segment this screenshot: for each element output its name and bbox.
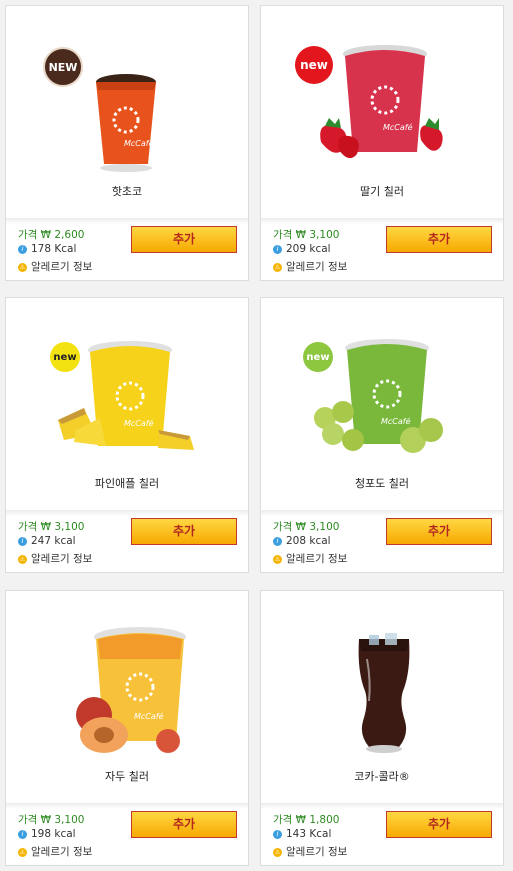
product-name: 청포도 칠러 (354, 477, 410, 490)
info-icon: i (273, 244, 282, 254)
allergy-info-link[interactable]: ⚠ 알레르기 정보 (273, 844, 347, 859)
product-image: new McCafé (261, 6, 503, 176)
pineapple-chiller-cup-icon: McCafé (58, 341, 194, 450)
calorie-label: 178 Kcal (31, 243, 77, 255)
add-button[interactable]: 추가 (131, 518, 237, 545)
allergy-label: 알레르기 정보 (31, 261, 93, 273)
allergy-icon: ⚠ (18, 262, 27, 272)
allergy-label: 알레르기 정보 (286, 553, 348, 565)
price-label: 가격 ₩ 3,100 (273, 521, 340, 533)
calorie-label: 208 kcal (286, 535, 331, 547)
allergy-info-link[interactable]: ⚠ 알레르기 정보 (273, 259, 347, 274)
add-button[interactable]: 추가 (131, 226, 237, 253)
calorie-label: 198 kcal (31, 828, 76, 840)
product-image: NEW McCafé (6, 6, 248, 176)
green-grape-chiller-cup-icon: McCafé (314, 339, 443, 453)
hot-chocolate-cup-icon: McCafé (96, 74, 156, 172)
product-image: new McCafé (6, 298, 248, 468)
price-label: 가격 ₩ 3,100 (18, 814, 85, 826)
allergy-label: 알레르기 정보 (31, 846, 93, 858)
product-card: NEW McCafé 핫초코 가격 ₩ 2,600 i 178 Kcal ⚠ 알레르… (5, 5, 249, 281)
allergy-info-link[interactable]: ⚠ 알레르기 정보 (18, 551, 92, 566)
allergy-info-link[interactable]: ⚠ 알레르기 정보 (18, 844, 92, 859)
info-icon: i (18, 829, 27, 839)
product-card: new McCafé 딸기 칠러 가격 ₩ 3,100 i 209 kcal ⚠ 알… (260, 5, 504, 281)
svg-text:McCafé: McCafé (124, 138, 154, 148)
calorie-info[interactable]: i 143 Kcal (273, 828, 331, 840)
product-info: 가격 ₩ 3,100 i 208 kcal ⚠ 알레르기 정보 추가 (261, 510, 503, 572)
product-card: McCafé 자두 칠러 가격 ₩ 3,100 i 198 kcal ⚠ 알레르기 … (5, 590, 249, 866)
product-image (261, 591, 503, 761)
calorie-info[interactable]: i 209 kcal (273, 243, 331, 255)
calorie-label: 247 kcal (31, 535, 76, 547)
svg-text:McCafé: McCafé (381, 416, 411, 426)
price-label: 가격 ₩ 3,100 (273, 229, 340, 241)
svg-text:McCafé: McCafé (383, 122, 413, 132)
add-button[interactable]: 추가 (131, 811, 237, 838)
calorie-info[interactable]: i 208 kcal (273, 535, 331, 547)
calorie-info[interactable]: i 178 Kcal (18, 243, 76, 255)
product-name: 딸기 칠러 (360, 185, 404, 198)
product-name: 자두 칠러 (105, 770, 149, 783)
product-info: 가격 ₩ 3,100 i 198 kcal ⚠ 알레르기 정보 추가 (6, 803, 248, 865)
product-info: 가격 ₩ 3,100 i 209 kcal ⚠ 알레르기 정보 추가 (261, 218, 503, 280)
add-button[interactable]: 추가 (386, 811, 492, 838)
info-icon: i (18, 536, 27, 546)
allergy-icon: ⚠ (273, 554, 282, 564)
product-card: new McCafé 파인애플 칠러 가격 ₩ 3,100 i 247 kcal … (5, 297, 249, 573)
allergy-icon: ⚠ (18, 847, 27, 857)
calorie-label: 209 kcal (286, 243, 331, 255)
price-label: 가격 ₩ 1,800 (273, 814, 340, 826)
add-button[interactable]: 추가 (386, 226, 492, 253)
allergy-icon: ⚠ (273, 847, 282, 857)
product-name: 핫초코 (111, 185, 143, 198)
info-icon: i (273, 536, 282, 546)
product-name: 코카-콜라® (354, 770, 410, 783)
price-label: 가격 ₩ 3,100 (18, 521, 85, 533)
add-button[interactable]: 추가 (386, 518, 492, 545)
product-card: 코카-콜라® 가격 ₩ 1,800 i 143 Kcal ⚠ 알레르기 정보 추가 (260, 590, 504, 866)
calorie-label: 143 Kcal (286, 828, 332, 840)
info-icon: i (18, 244, 27, 254)
product-image: McCafé (6, 591, 248, 761)
product-card: new McCafé 청포도 칠러 가격 ₩ 3,100 i 208 kcal ⚠… (260, 297, 504, 573)
product-info: 가격 ₩ 2,600 i 178 Kcal ⚠ 알레르기 정보 추가 (6, 218, 248, 280)
allergy-icon: ⚠ (18, 554, 27, 564)
product-image: new McCafé (261, 298, 503, 468)
product-info: 가격 ₩ 1,800 i 143 Kcal ⚠ 알레르기 정보 추가 (261, 803, 503, 865)
allergy-label: 알레르기 정보 (31, 553, 93, 565)
info-icon: i (273, 829, 282, 839)
allergy-label: 알레르기 정보 (286, 846, 348, 858)
calorie-info[interactable]: i 247 kcal (18, 535, 76, 547)
product-name: 파인애플 칠러 (94, 477, 160, 490)
product-info: 가격 ₩ 3,100 i 247 kcal ⚠ 알레르기 정보 추가 (6, 510, 248, 572)
allergy-icon: ⚠ (273, 262, 282, 272)
svg-text:McCafé: McCafé (134, 711, 164, 721)
allergy-label: 알레르기 정보 (286, 261, 348, 273)
cola-glass-icon (358, 633, 410, 753)
new-badge: NEW (43, 47, 83, 87)
calorie-info[interactable]: i 198 kcal (18, 828, 76, 840)
svg-text:McCafé: McCafé (124, 418, 154, 428)
strawberry-chiller-cup-icon: McCafé (320, 45, 443, 159)
plum-chiller-cup-icon: McCafé (76, 627, 186, 753)
allergy-info-link[interactable]: ⚠ 알레르기 정보 (273, 551, 347, 566)
price-label: 가격 ₩ 2,600 (18, 229, 85, 241)
allergy-info-link[interactable]: ⚠ 알레르기 정보 (18, 259, 92, 274)
